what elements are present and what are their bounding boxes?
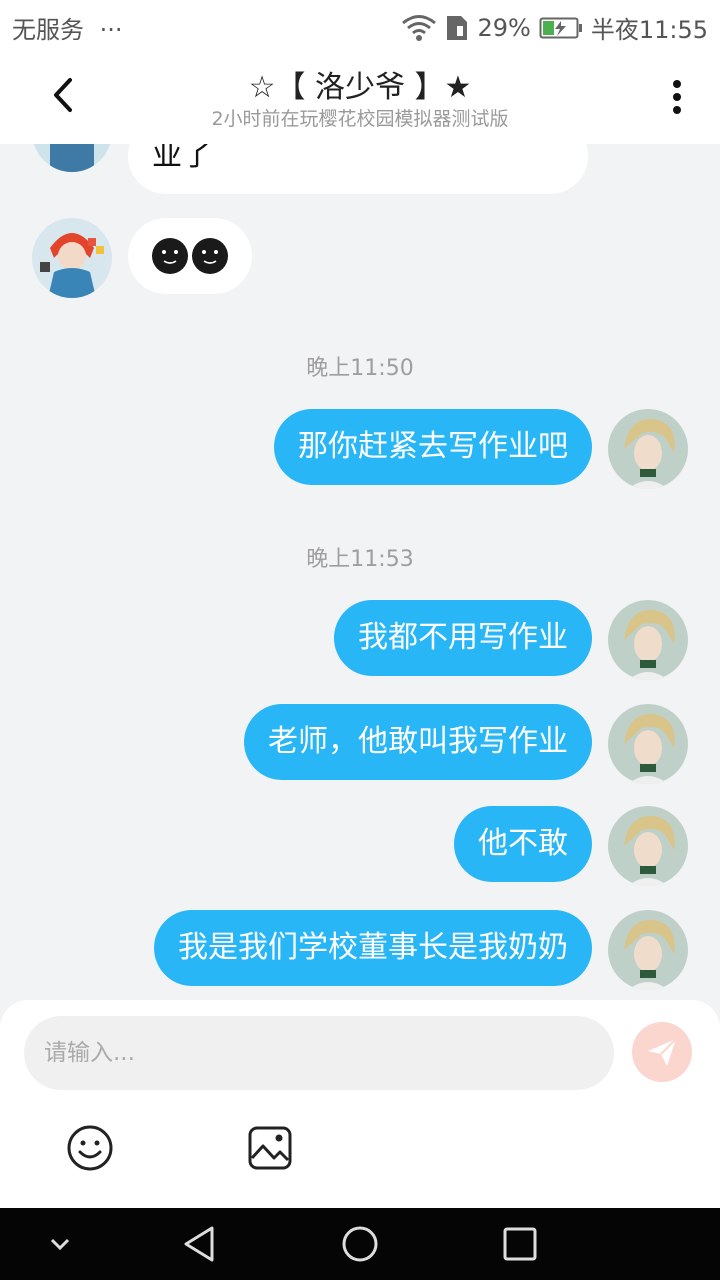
message-text: 我都不用写作业: [358, 620, 568, 655]
user-avatar[interactable]: [608, 600, 688, 680]
nav-collapse-button[interactable]: [38, 1222, 82, 1266]
nav-recents-button[interactable]: [498, 1222, 542, 1266]
triangle-back-icon: [184, 1226, 214, 1262]
message-timestamp: 晚上11:53: [306, 547, 414, 572]
user-avatar-image: [608, 704, 688, 784]
chat-title: ☆【 洛少爷 】★: [248, 70, 472, 105]
chevron-down-icon: [50, 1238, 70, 1251]
user-avatar-image: [608, 910, 688, 990]
message-list[interactable]: 业了 ●● 晚上11:50 那你赶紧去写作业吧: [0, 144, 720, 1000]
status-right: 29% 半夜11:55: [401, 10, 708, 45]
carrier-text: 无服务: [12, 16, 84, 44]
message-composer: [0, 1000, 720, 1208]
sim-card-icon: [447, 15, 468, 40]
user-avatar-image: [608, 600, 688, 680]
contact-avatar-image: [32, 218, 112, 298]
status-bar: 无服务 ··· 29% 半夜11:55: [0, 0, 720, 50]
chat-subtitle: 2小时前在玩樱花校园模拟器测试版: [211, 108, 509, 130]
user-avatar[interactable]: [608, 806, 688, 886]
notification-dots: ···: [99, 16, 123, 44]
wifi-icon: [402, 14, 437, 41]
emoji-face-icon: [152, 238, 228, 274]
square-recents-icon: [503, 1227, 537, 1261]
emoji-button[interactable]: [66, 1124, 114, 1172]
contact-avatar-image: [32, 144, 112, 172]
user-avatar-image: [608, 806, 688, 886]
contact-avatar[interactable]: [32, 218, 112, 298]
clock: 半夜11:55: [590, 16, 708, 44]
message-text: 我是我们学校董事长是我奶奶: [178, 930, 568, 965]
chat-header: ☆【 洛少爷 】★ 2小时前在玩樱花校园模拟器测试版: [0, 50, 720, 144]
more-options-button[interactable]: [662, 72, 692, 122]
nav-home-button[interactable]: [338, 1222, 382, 1266]
user-avatar[interactable]: [608, 409, 688, 489]
user-avatar[interactable]: [608, 910, 688, 990]
battery-charging-icon: [539, 17, 582, 38]
nav-back-button[interactable]: [178, 1222, 222, 1266]
incoming-message[interactable]: 业了: [128, 144, 588, 194]
outgoing-message[interactable]: 我是我们学校董事长是我奶奶: [154, 910, 592, 986]
outgoing-message[interactable]: 那你赶紧去写作业吧: [274, 409, 592, 485]
message-text: 那你赶紧去写作业吧: [298, 429, 568, 464]
system-nav-bar: [0, 1208, 720, 1280]
status-left: 无服务 ···: [12, 10, 123, 45]
image-icon: [248, 1126, 292, 1170]
user-avatar-image: [608, 409, 688, 489]
outgoing-message[interactable]: 老师，他敢叫我写作业: [244, 704, 592, 780]
message-timestamp: 晚上11:50: [306, 356, 414, 381]
send-icon: [648, 1038, 677, 1066]
circle-home-icon: [342, 1226, 378, 1262]
message-text: 业了: [152, 144, 212, 173]
battery-percent: 29%: [477, 13, 531, 42]
outgoing-message[interactable]: 我都不用写作业: [334, 600, 592, 676]
image-button[interactable]: [246, 1124, 294, 1172]
message-text: 他不敢: [478, 826, 568, 861]
message-text: 老师，他敢叫我写作业: [268, 724, 568, 759]
incoming-message[interactable]: ●●: [128, 218, 252, 294]
send-button[interactable]: [632, 1022, 692, 1082]
user-avatar[interactable]: [608, 704, 688, 784]
contact-avatar[interactable]: [32, 144, 112, 172]
smiley-icon: [67, 1125, 113, 1171]
outgoing-message[interactable]: 他不敢: [454, 806, 592, 882]
more-vertical-icon: [673, 80, 681, 114]
message-input[interactable]: [24, 1016, 614, 1090]
